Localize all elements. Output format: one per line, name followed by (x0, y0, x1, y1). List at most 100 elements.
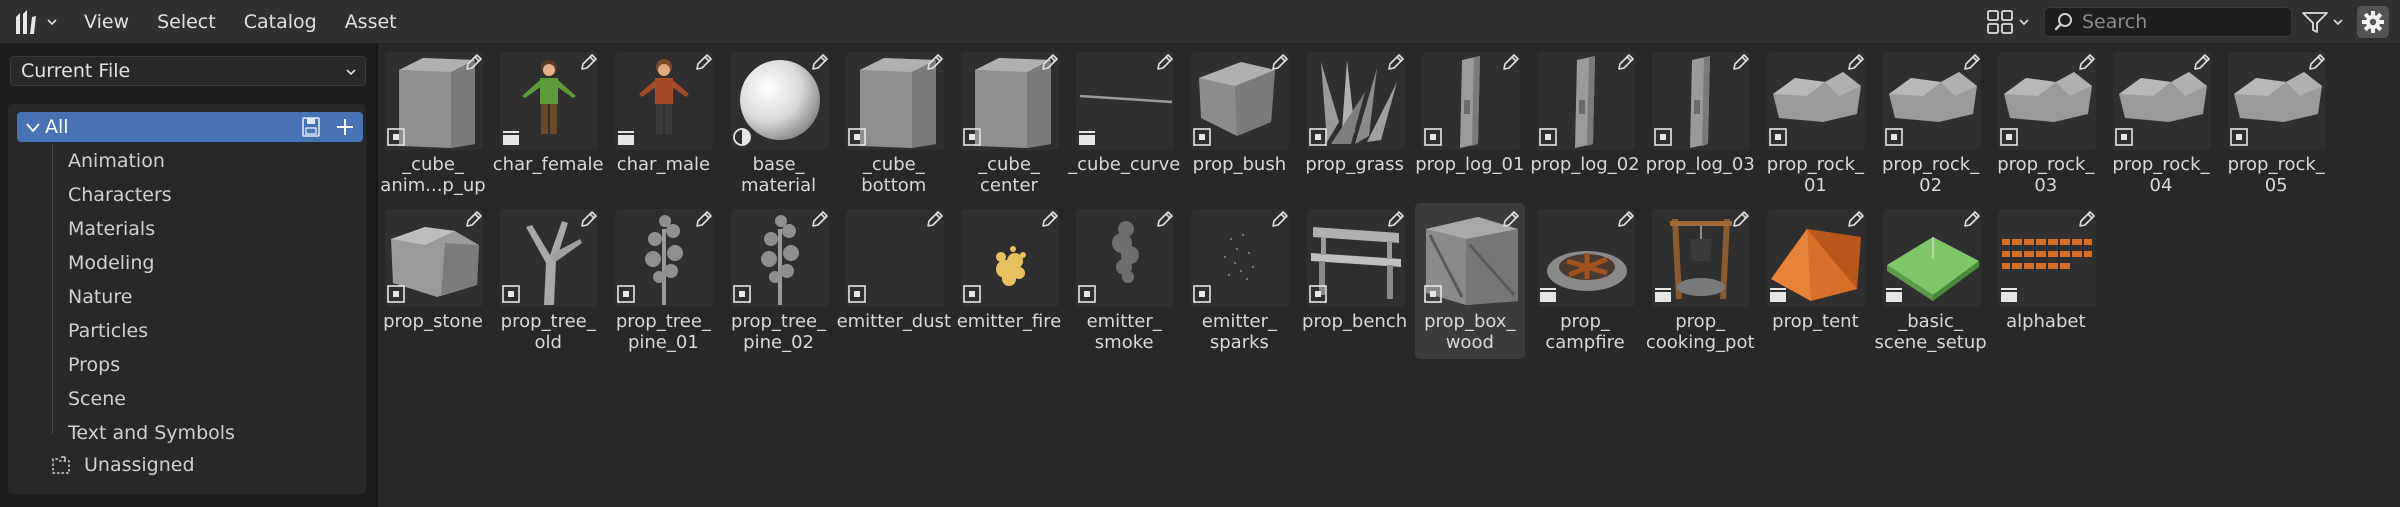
edit-icon[interactable] (1731, 209, 1751, 229)
menu-select[interactable]: Select (143, 0, 230, 44)
asset-tile[interactable]: prop_tent (1760, 203, 1870, 359)
edit-icon[interactable] (1155, 52, 1175, 72)
catalog-item-animation[interactable]: Animation (68, 146, 165, 176)
catalog-item-modeling[interactable]: Modeling (68, 248, 154, 278)
editor-type-button[interactable] (8, 5, 58, 39)
asset-label: prop_log_03 (1645, 154, 1755, 175)
edit-icon[interactable] (694, 209, 714, 229)
catalog-item-particles[interactable]: Particles (68, 316, 148, 346)
edit-icon[interactable] (1155, 209, 1175, 229)
asset-tile[interactable]: prop_tree_ pine_01 (608, 203, 718, 359)
asset-tile[interactable]: base_ material (724, 46, 834, 202)
search-input[interactable] (2082, 11, 2282, 33)
chevron-down-icon (2333, 19, 2343, 26)
edit-icon[interactable] (1386, 209, 1406, 229)
edit-icon[interactable] (810, 52, 830, 72)
collapse-arrow-icon[interactable] (25, 119, 41, 135)
asset-tile[interactable]: prop_rock_ 03 (1991, 46, 2101, 202)
menu-view[interactable]: View (70, 0, 143, 44)
edit-icon[interactable] (1846, 52, 1866, 72)
object-icon (1079, 131, 1096, 145)
edit-icon[interactable] (1040, 209, 1060, 229)
asset-tile[interactable]: _cube_ bottom (839, 46, 949, 202)
asset-tile[interactable]: prop_log_01 (1415, 46, 1525, 202)
asset-tile[interactable]: emitter_ sparks (1184, 203, 1294, 359)
edit-icon[interactable] (464, 52, 484, 72)
edit-icon[interactable] (1731, 52, 1751, 72)
data-block-icon (732, 285, 751, 303)
asset-tile[interactable]: prop_ campfire (1530, 203, 1640, 359)
edit-icon[interactable] (1501, 209, 1521, 229)
edit-icon[interactable] (1616, 52, 1636, 72)
data-block-icon (1308, 285, 1327, 303)
filter-button[interactable] (2300, 8, 2350, 36)
edit-icon[interactable] (1040, 52, 1060, 72)
catalog-item-materials[interactable]: Materials (68, 214, 155, 244)
edit-icon[interactable] (925, 209, 945, 229)
library-selector[interactable]: Current File (10, 56, 366, 86)
asset-tile[interactable]: prop_tree_ old (493, 203, 603, 359)
tree-guide-line (52, 144, 53, 434)
display-mode-button[interactable] (1986, 8, 2032, 36)
asset-tile[interactable]: _cube_ center (954, 46, 1064, 202)
edit-icon[interactable] (1962, 52, 1982, 72)
asset-tile[interactable]: alphabet (1991, 203, 2101, 359)
asset-tile[interactable]: prop_rock_ 04 (2106, 46, 2216, 202)
asset-tile[interactable]: _cube_curve (1068, 46, 1180, 202)
edit-icon[interactable] (1501, 52, 1521, 72)
menu-asset[interactable]: Asset (331, 0, 411, 44)
catalog-item-props[interactable]: Props (68, 350, 120, 380)
asset-tile[interactable]: prop_bush (1184, 46, 1294, 202)
asset-tile[interactable]: prop_tree_ pine_02 (724, 203, 834, 359)
asset-tile[interactable]: prop_rock_ 05 (2221, 46, 2331, 202)
edit-icon[interactable] (579, 52, 599, 72)
menu-catalog[interactable]: Catalog (230, 0, 331, 44)
asset-tile[interactable]: prop_grass (1300, 46, 1410, 202)
add-catalog-icon[interactable] (333, 115, 357, 139)
data-block-icon (963, 285, 981, 303)
asset-label: prop_bench (1302, 311, 1408, 332)
chevron-down-icon (47, 19, 57, 26)
catalog-item-scene[interactable]: Scene (68, 384, 126, 414)
edit-icon[interactable] (925, 52, 945, 72)
asset-tile[interactable]: prop_rock_ 02 (1876, 46, 1986, 202)
edit-icon[interactable] (1270, 209, 1290, 229)
edit-icon[interactable] (1962, 209, 1982, 229)
edit-icon[interactable] (2192, 52, 2212, 72)
save-catalog-icon[interactable] (299, 115, 323, 139)
settings-button[interactable] (2357, 6, 2389, 38)
edit-icon[interactable] (579, 209, 599, 229)
edit-icon[interactable] (1616, 209, 1636, 229)
asset-tile[interactable]: prop_log_02 (1530, 46, 1640, 202)
edit-icon[interactable] (1270, 52, 1290, 72)
edit-icon[interactable] (694, 52, 714, 72)
asset-tile[interactable]: prop_log_03 (1645, 46, 1755, 202)
asset-tile[interactable]: char_male (608, 46, 718, 202)
asset-tile[interactable]: prop_stone (378, 203, 488, 359)
edit-icon[interactable] (2307, 52, 2327, 72)
edit-icon[interactable] (810, 209, 830, 229)
asset-tile[interactable]: prop_box_ wood (1414, 203, 1525, 359)
catalog-item-all[interactable]: All (17, 112, 363, 142)
asset-tile[interactable]: _cube_ anim...p_up (378, 46, 488, 202)
asset-tile[interactable]: emitter_dust (837, 203, 951, 359)
catalog-item-unassigned[interactable]: Unassigned (50, 450, 195, 480)
catalog-item-text-and-symbols[interactable]: Text and Symbols (68, 418, 235, 448)
asset-tile[interactable]: prop_rock_ 01 (1760, 46, 1870, 202)
edit-icon[interactable] (1846, 209, 1866, 229)
data-block-icon (963, 128, 981, 146)
asset-tile[interactable]: _basic_ scene_setup (1875, 203, 1987, 359)
asset-tile[interactable]: prop_ cooking_pot (1645, 203, 1755, 359)
edit-icon[interactable] (1386, 52, 1406, 72)
search-field[interactable] (2044, 7, 2292, 37)
edit-icon[interactable] (2077, 52, 2097, 72)
catalog-item-nature[interactable]: Nature (68, 282, 132, 312)
asset-tile[interactable]: char_female (493, 46, 604, 202)
asset-tile[interactable]: prop_bench (1300, 203, 1410, 359)
edit-icon[interactable] (464, 209, 484, 229)
asset-tile[interactable]: emitter_fire (954, 203, 1064, 359)
data-block-icon (617, 285, 636, 303)
catalog-item-characters[interactable]: Characters (68, 180, 172, 210)
edit-icon[interactable] (2077, 209, 2097, 229)
asset-tile[interactable]: emitter_ smoke (1069, 203, 1179, 359)
